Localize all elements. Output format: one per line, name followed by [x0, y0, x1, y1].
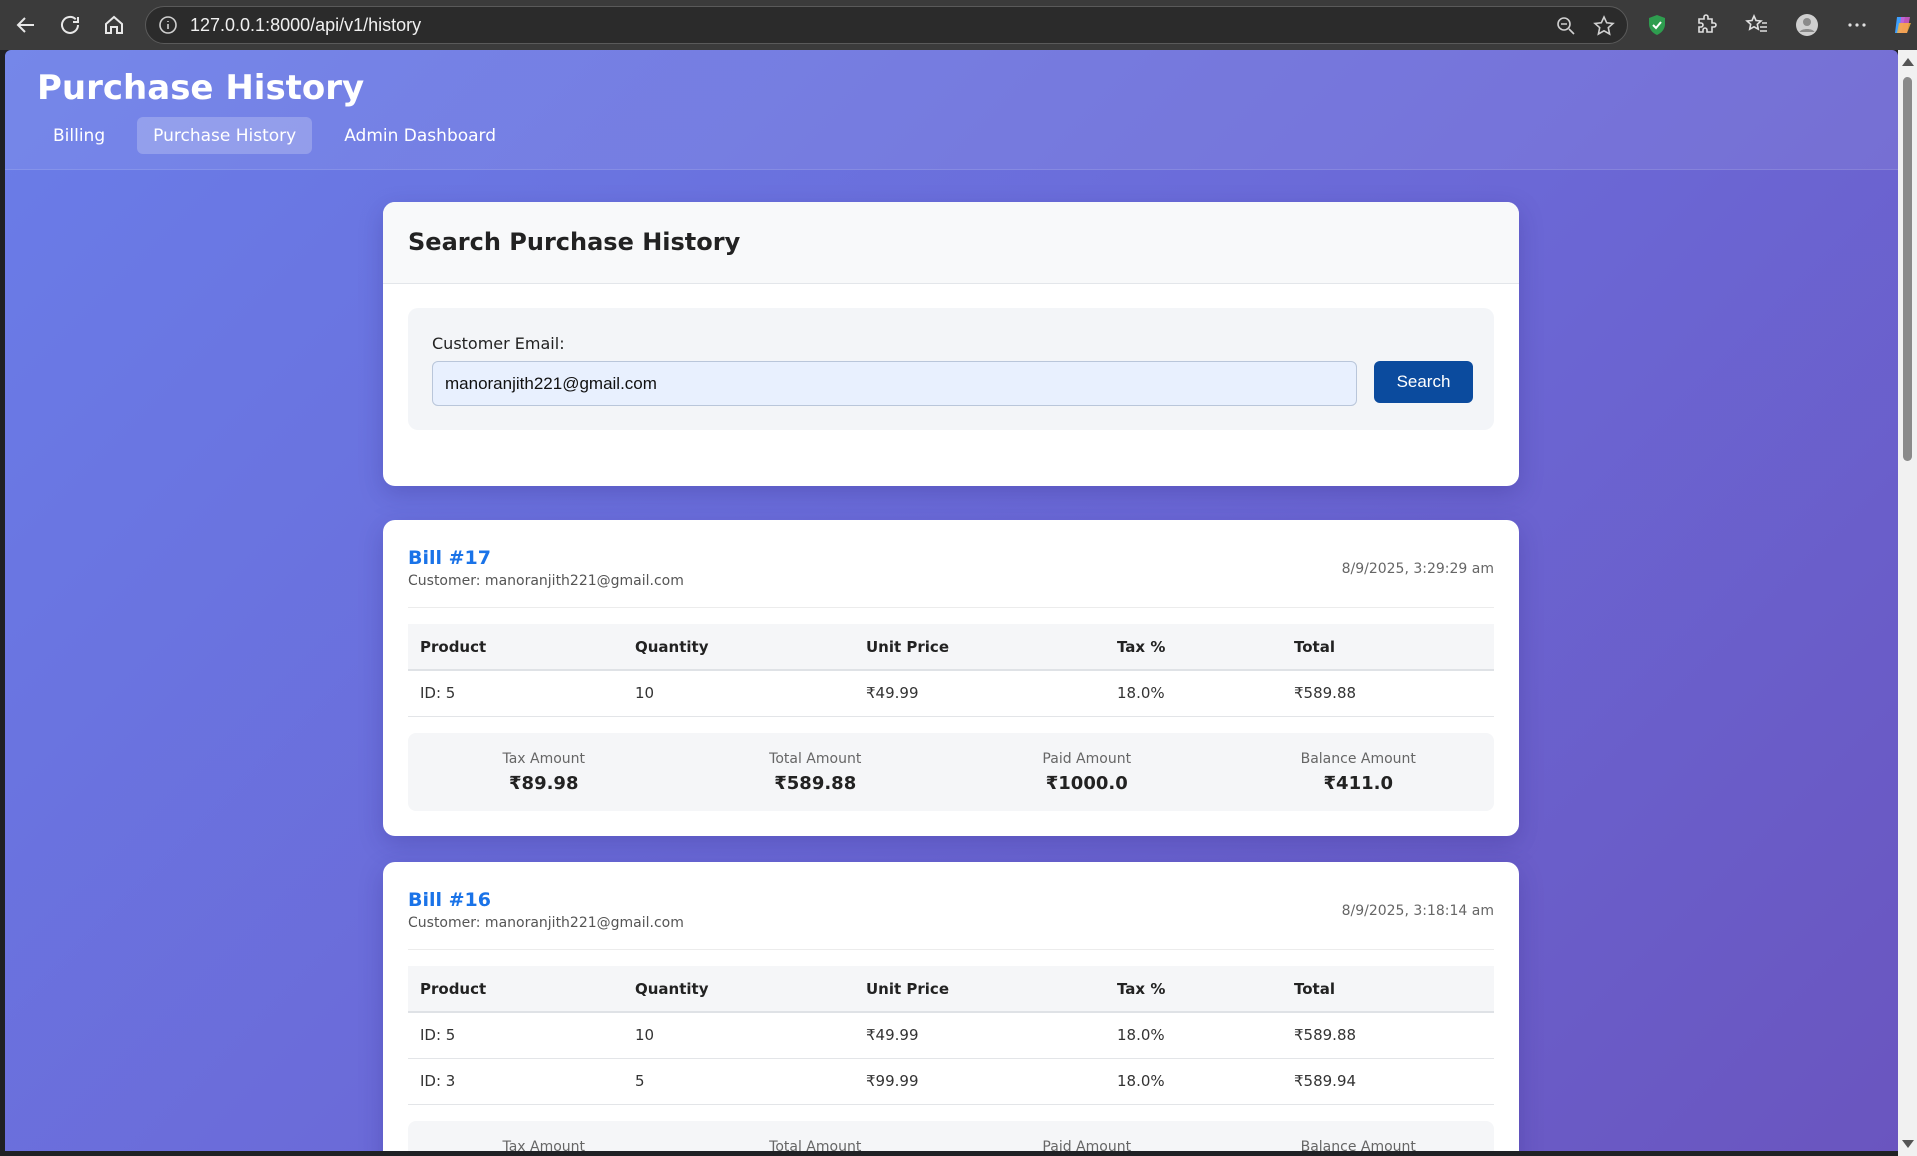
email-label: Customer Email: — [432, 334, 565, 353]
bill-date: 8/9/2025, 3:18:14 am — [1341, 903, 1494, 919]
column-header: Tax % — [1105, 966, 1282, 1013]
items-table: Product Quantity Unit Price Tax % Total … — [408, 966, 1494, 1105]
column-header: Tax % — [1105, 624, 1282, 671]
page-scrollbar[interactable] — [1898, 50, 1917, 1156]
summary-label: Tax Amount — [502, 750, 586, 767]
scroll-down-icon[interactable] — [1902, 1140, 1914, 1148]
column-header: Product — [408, 966, 623, 1013]
column-header: Quantity — [623, 966, 854, 1013]
search-heading: Search Purchase History — [408, 228, 741, 256]
cell-product: ID: 5 — [408, 1012, 623, 1059]
address-bar[interactable]: 127.0.0.1:8000/api/v1/history — [145, 6, 1628, 44]
column-header: Total — [1282, 966, 1494, 1013]
tab-purchase-history[interactable]: Purchase History — [137, 117, 313, 154]
favorites-icon[interactable] — [1741, 9, 1773, 41]
cell-tax: 18.0% — [1105, 1058, 1282, 1105]
scroll-up-icon[interactable] — [1902, 58, 1914, 66]
tab-billing[interactable]: Billing — [37, 117, 121, 154]
search-card: Search Purchase History Customer Email: … — [383, 202, 1519, 486]
cell-product: ID: 5 — [408, 670, 623, 717]
bill-summary: Tax Amount Total Amount Paid Amount Bala… — [408, 1120, 1495, 1152]
summary-label: Balance Amount — [1300, 750, 1416, 767]
balance-amount-summary: Balance Amount ₹411.0 — [1223, 733, 1495, 811]
summary-value: ₹1000.0 — [1045, 772, 1128, 794]
more-menu-icon[interactable] — [1841, 9, 1873, 41]
summary-value: ₹589.88 — [774, 772, 857, 794]
cell-unit-price: ₹99.99 — [854, 1058, 1105, 1105]
page-viewport: Purchase History Billing Purchase Histor… — [5, 50, 1898, 1151]
cell-unit-price: ₹49.99 — [854, 670, 1105, 717]
favorite-star-icon[interactable] — [1593, 15, 1615, 37]
summary-label: Total Amount — [769, 1138, 862, 1152]
cell-product: ID: 3 — [408, 1058, 623, 1105]
bill-header: Bill #16 Customer: manoranjith221@gmail.… — [408, 862, 1494, 950]
paid-amount-summary: Paid Amount — [951, 1121, 1223, 1152]
table-row: ID: 5 10 ₹49.99 18.0% ₹589.88 — [408, 1012, 1494, 1059]
bill-header: Bill #17 Customer: manoranjith221@gmail.… — [408, 520, 1494, 608]
cell-total: ₹589.88 — [1282, 1012, 1494, 1059]
site-info-icon[interactable] — [158, 15, 178, 35]
browser-toolbar: 127.0.0.1:8000/api/v1/history — [0, 0, 1917, 50]
bill-card: Bill #16 Customer: manoranjith221@gmail.… — [383, 862, 1519, 1151]
column-header: Total — [1282, 624, 1494, 671]
page-title: Purchase History — [37, 68, 365, 108]
shield-extension-icon[interactable] — [1641, 9, 1673, 41]
column-header: Quantity — [623, 624, 854, 671]
cell-total: ₹589.94 — [1282, 1058, 1494, 1105]
column-header: Unit Price — [854, 966, 1105, 1013]
url-text[interactable]: 127.0.0.1:8000/api/v1/history — [190, 15, 421, 36]
back-icon[interactable] — [8, 7, 44, 43]
summary-value: ₹411.0 — [1323, 772, 1393, 794]
table-row: ID: 3 5 ₹99.99 18.0% ₹589.94 — [408, 1058, 1494, 1105]
copilot-icon[interactable] — [1887, 9, 1917, 41]
column-header: Unit Price — [854, 624, 1105, 671]
bill-card: Bill #17 Customer: manoranjith221@gmail.… — [383, 520, 1519, 836]
cell-total: ₹589.88 — [1282, 670, 1494, 717]
reload-icon[interactable] — [52, 7, 88, 43]
balance-amount-summary: Balance Amount — [1223, 1121, 1495, 1152]
bill-title: Bill #16 — [408, 889, 491, 911]
bill-date: 8/9/2025, 3:29:29 am — [1341, 561, 1494, 577]
search-form: Customer Email: Search — [408, 308, 1494, 430]
bill-summary: Tax Amount ₹89.98 Total Amount ₹589.88 P… — [408, 732, 1495, 811]
summary-label: Paid Amount — [1042, 750, 1132, 767]
app-header: Purchase History Billing Purchase Histor… — [5, 50, 1898, 170]
tax-amount-summary: Tax Amount ₹89.98 — [408, 733, 680, 811]
summary-label: Tax Amount — [502, 1138, 586, 1152]
email-field[interactable] — [432, 361, 1357, 406]
tab-admin-dashboard[interactable]: Admin Dashboard — [328, 117, 512, 154]
home-icon[interactable] — [96, 7, 132, 43]
table-row: ID: 5 10 ₹49.99 18.0% ₹589.88 — [408, 670, 1494, 717]
search-card-header: Search Purchase History — [383, 202, 1519, 284]
summary-label: Balance Amount — [1300, 1138, 1416, 1152]
cell-tax: 18.0% — [1105, 670, 1282, 717]
extensions-puzzle-icon[interactable] — [1691, 9, 1723, 41]
nav-tabs: Billing Purchase History Admin Dashboard — [37, 117, 528, 154]
items-table: Product Quantity Unit Price Tax % Total … — [408, 624, 1494, 717]
total-amount-summary: Total Amount — [680, 1121, 952, 1152]
total-amount-summary: Total Amount ₹589.88 — [680, 733, 952, 811]
cell-unit-price: ₹49.99 — [854, 1012, 1105, 1059]
summary-value: ₹89.98 — [509, 772, 579, 794]
cell-tax: 18.0% — [1105, 1012, 1282, 1059]
summary-label: Paid Amount — [1042, 1138, 1132, 1152]
zoom-icon[interactable] — [1555, 15, 1577, 37]
tax-amount-summary: Tax Amount — [408, 1121, 680, 1152]
bill-customer: Customer: manoranjith221@gmail.com — [408, 573, 684, 589]
bill-customer: Customer: manoranjith221@gmail.com — [408, 915, 684, 931]
cell-quantity: 10 — [623, 670, 854, 717]
column-header: Product — [408, 624, 623, 671]
search-button[interactable]: Search — [1374, 361, 1473, 403]
paid-amount-summary: Paid Amount ₹1000.0 — [951, 733, 1223, 811]
scrollbar-thumb[interactable] — [1903, 77, 1912, 461]
summary-label: Total Amount — [769, 750, 862, 767]
table-header-row: Product Quantity Unit Price Tax % Total — [408, 624, 1494, 671]
profile-avatar-icon[interactable] — [1791, 9, 1823, 41]
table-header-row: Product Quantity Unit Price Tax % Total — [408, 966, 1494, 1013]
bill-title: Bill #17 — [408, 547, 491, 569]
cell-quantity: 5 — [623, 1058, 854, 1105]
cell-quantity: 10 — [623, 1012, 854, 1059]
